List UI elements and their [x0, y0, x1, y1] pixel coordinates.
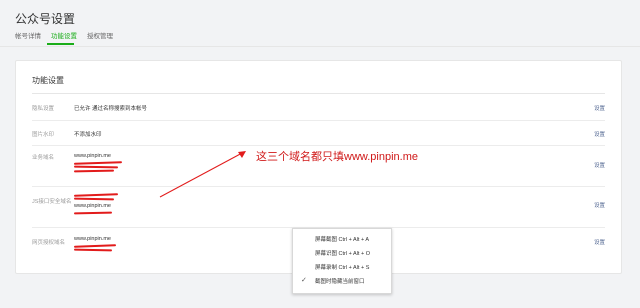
menu-item-screenshot[interactable]: 屏幕截图 Ctrl + Alt + A — [315, 235, 369, 243]
menu-item-screen-ocr[interactable]: 屏幕识图 Ctrl + Alt + O — [315, 249, 370, 257]
annotation-note: 这三个域名都只填www.pinpin.me — [256, 151, 418, 163]
menu-item-screen-record[interactable]: 屏幕录制 Ctrl + Alt + S — [315, 263, 369, 271]
checkmark-icon: ✓ — [301, 277, 307, 284]
menu-item-hide-window[interactable]: 截图时隐藏当前窗口 — [315, 277, 365, 285]
screenshot-context-menu: 屏幕截图 Ctrl + Alt + A 屏幕识图 Ctrl + Alt + O … — [292, 228, 392, 294]
